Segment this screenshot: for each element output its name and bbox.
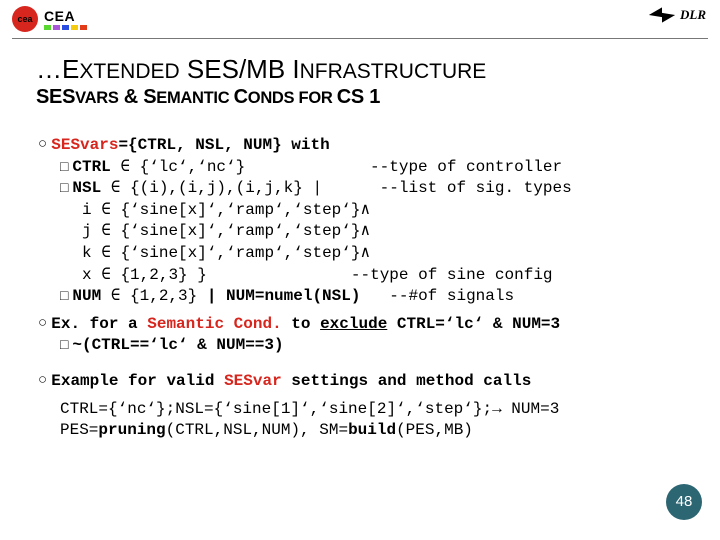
dlr-label: DLR bbox=[680, 7, 706, 23]
slide-title: …EXTENDED SES/MB INFRASTRUCTURE bbox=[36, 54, 684, 85]
logo-dlr: DLR bbox=[648, 6, 706, 24]
slide-body: SESvars={CTRL, NSL, NUM} with CTRL ∈ {‘l… bbox=[38, 135, 692, 442]
logo-cea: cea CEA bbox=[12, 6, 87, 32]
line-settings: CTRL={‘nc‘};NSL={‘sine[1]‘,‘sine[2]‘,‘st… bbox=[38, 399, 692, 421]
line-example-settings: Example for valid SESvar settings and me… bbox=[38, 371, 692, 393]
line-neg-cond: ~(CTRL==‘lc‘ & NUM==3) bbox=[38, 335, 692, 357]
line-sesvars: SESvars={CTRL, NSL, NUM} with bbox=[38, 135, 692, 157]
line-num: NUM ∈ {1,2,3} | NUM=numel(NSL) --#of sig… bbox=[38, 286, 692, 308]
slide-subtitle: SESVARS & SEMANTIC CONDS FOR CS 1 bbox=[36, 86, 684, 109]
line-ctrl: CTRL ∈ {‘lc‘,‘nc‘} --type of controller bbox=[38, 157, 692, 179]
header-divider bbox=[12, 38, 708, 39]
line-calls: PES=pruning(CTRL,NSL,NUM), SM=build(PES,… bbox=[38, 420, 692, 442]
line-x: x ∈ {1,2,3} } --type of sine config bbox=[38, 265, 692, 287]
line-j: j ∈ {‘sine[x]‘,‘ramp‘,‘step‘}∧ bbox=[38, 221, 692, 243]
title-block: …EXTENDED SES/MB INFRASTRUCTURE SESVARS … bbox=[36, 54, 684, 109]
line-i: i ∈ {‘sine[x]‘,‘ramp‘,‘step‘}∧ bbox=[38, 200, 692, 222]
line-k: k ∈ {‘sine[x]‘,‘ramp‘,‘step‘}∧ bbox=[38, 243, 692, 265]
slide: cea CEA DLR …EXTENDED SES/MB INFRASTRUCT… bbox=[0, 0, 720, 540]
cea-text: CEA bbox=[44, 9, 87, 30]
cea-badge-icon: cea bbox=[12, 6, 38, 32]
page-number-badge: 48 bbox=[666, 484, 702, 520]
cea-swatches bbox=[44, 25, 87, 30]
line-example-semcond: Ex. for a Semantic Cond. to exclude CTRL… bbox=[38, 314, 692, 336]
dlr-bird-icon bbox=[648, 6, 676, 24]
line-nsl: NSL ∈ {(i),(i,j),(i,j,k} | --list of sig… bbox=[38, 178, 692, 200]
cea-word: CEA bbox=[44, 9, 87, 23]
